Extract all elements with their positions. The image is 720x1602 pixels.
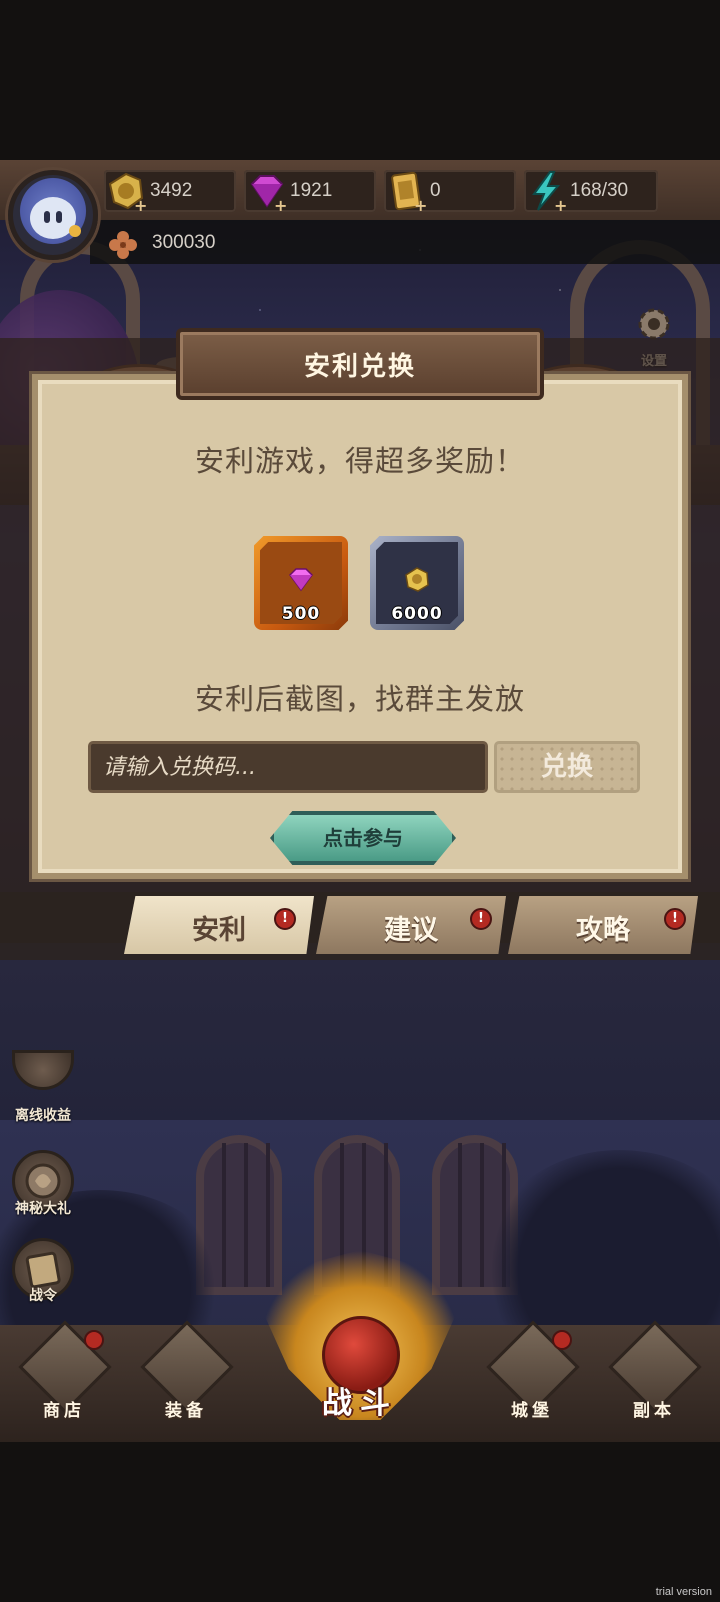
modal-hint: 安利后截图，找群主发放	[194, 682, 525, 716]
watermark: trial version	[655, 1586, 712, 1598]
gem-icon	[289, 568, 313, 592]
nav-dungeon-label: 副本	[633, 1401, 675, 1421]
tab-suggestion[interactable]: 建议 !	[316, 896, 506, 954]
clover-value: 300030	[152, 232, 216, 253]
add-scroll-icon[interactable]: +	[414, 198, 427, 214]
tab-guide[interactable]: 攻略 !	[508, 896, 698, 954]
reward-gems: 500	[254, 536, 348, 630]
nav-shop-label: 商店	[43, 1401, 85, 1421]
nav-equipment-label: 装备	[165, 1401, 207, 1421]
gold-coin-icon	[405, 567, 429, 592]
reward-gold: 6000	[370, 536, 464, 630]
modal-title: 安利兑换	[303, 352, 416, 382]
gems-value: 1921	[290, 180, 333, 201]
nav-equipment[interactable]: 装备	[136, 1320, 236, 1430]
redeem-button[interactable]: 兑换	[494, 741, 640, 793]
battle-pass-label: 战令	[29, 1288, 57, 1304]
nav-shop[interactable]: 商店	[14, 1320, 114, 1430]
alert-badge-icon	[552, 1330, 572, 1350]
alert-badge-icon: !	[664, 908, 686, 930]
modal-slogan: 安利游戏，得超多奖励！	[194, 444, 525, 478]
join-button[interactable]: 点击参与	[270, 811, 456, 865]
redeem-code-input[interactable]	[88, 741, 488, 793]
nav-castle-label: 城堡	[511, 1401, 553, 1421]
avatar-badge	[69, 225, 81, 237]
scroll-value: 0	[430, 180, 441, 201]
nav-castle[interactable]: 城堡	[482, 1320, 582, 1430]
energy-value: 168/30	[570, 180, 629, 201]
mystery-gift-label: 神秘大礼	[15, 1201, 71, 1217]
reward-gems-amount: 500	[281, 604, 321, 624]
resource-scroll[interactable]: + 0	[384, 170, 516, 214]
resource-gems[interactable]: + 1921	[244, 170, 376, 214]
resource-energy[interactable]: + 168/30	[524, 170, 658, 214]
tab-recommend[interactable]: 安利 !	[124, 896, 314, 954]
alert-badge-icon: !	[274, 908, 296, 930]
reward-gold-amount: 6000	[391, 604, 443, 624]
nav-battle[interactable]: 战斗	[258, 1250, 462, 1442]
gold-value: 3492	[150, 180, 193, 201]
nav-battle-label: 战斗	[322, 1386, 398, 1421]
resource-gold[interactable]: + 3492	[104, 170, 236, 214]
add-gems-icon[interactable]: +	[274, 198, 287, 214]
clover-icon	[109, 231, 137, 259]
alert-badge-icon: !	[470, 908, 492, 930]
offline-income-label: 离线收益	[15, 1108, 71, 1124]
player-avatar[interactable]	[8, 170, 98, 260]
add-gold-icon[interactable]: +	[134, 198, 147, 214]
add-energy-icon[interactable]: +	[554, 198, 567, 214]
alert-badge-icon	[84, 1330, 104, 1350]
nav-dungeon[interactable]: 副本	[604, 1320, 704, 1430]
